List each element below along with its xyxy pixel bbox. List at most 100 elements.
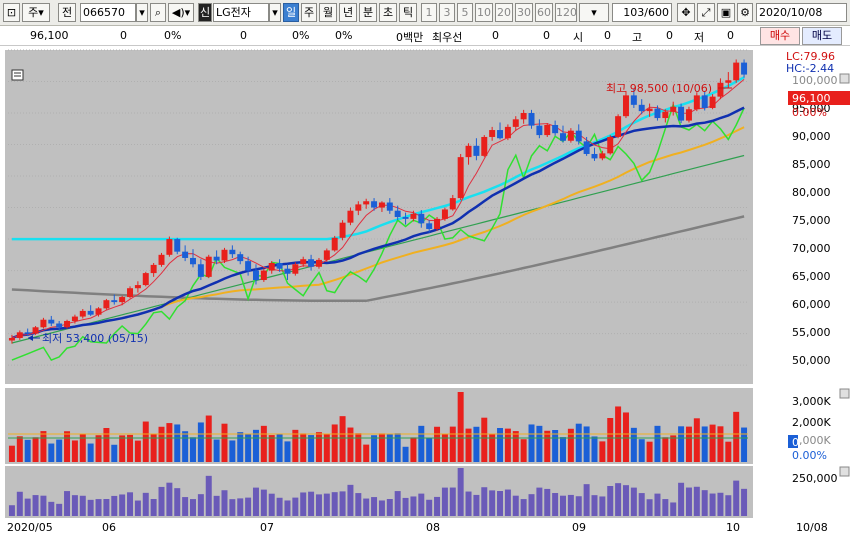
- trade-bar: [544, 488, 551, 516]
- tab-second[interactable]: 초: [379, 3, 397, 22]
- volume-bar: [174, 424, 181, 462]
- stock-chart[interactable]: 최고 98,500 (10/06) 최저 53,400 (05/15) LC:7…: [0, 46, 850, 536]
- y-tick: 55,000: [792, 326, 831, 339]
- interval-10[interactable]: 10: [475, 3, 493, 22]
- volume-bar: [457, 392, 464, 462]
- credit-badge: 신: [198, 3, 212, 22]
- candle-body: [481, 136, 488, 156]
- ratio-pct: 0%: [335, 29, 353, 42]
- candle-body: [87, 310, 94, 315]
- trade-bar: [268, 493, 275, 516]
- interval-1[interactable]: 1: [421, 3, 437, 22]
- crosshair-icon[interactable]: ✥: [677, 3, 695, 22]
- best-value-1: 0: [492, 29, 499, 42]
- candle-body: [331, 237, 338, 251]
- interval-20[interactable]: 20: [495, 3, 513, 22]
- trade-bar: [32, 495, 39, 516]
- chart-canvas[interactable]: 최고 98,500 (10/06) 최저 53,400 (05/15) LC:7…: [0, 46, 850, 536]
- candle-body: [95, 308, 102, 315]
- trade-bar: [331, 492, 338, 516]
- volume-bar: [622, 412, 629, 462]
- candle-body: [40, 319, 47, 328]
- volume-pane-collapse-icon[interactable]: [839, 388, 850, 399]
- interval-60[interactable]: 60: [535, 3, 553, 22]
- candle-body: [646, 108, 653, 112]
- volume-bar: [402, 446, 409, 462]
- candle-body: [615, 116, 622, 137]
- trade-bar: [237, 498, 244, 516]
- tab-year[interactable]: 년: [339, 3, 357, 22]
- candle-body: [315, 259, 322, 267]
- volume-bar: [371, 435, 378, 462]
- volume-bar: [71, 440, 78, 462]
- tab-minute[interactable]: 분: [359, 3, 377, 22]
- name-dropdown-icon[interactable]: ▾: [269, 3, 281, 22]
- change-value: 0: [120, 29, 127, 42]
- date-field[interactable]: 2020/10/08: [756, 3, 847, 22]
- best-value-2: 0: [543, 29, 550, 42]
- trade-bar: [709, 493, 716, 516]
- volume-bar: [190, 437, 196, 462]
- trade-bar: [733, 480, 740, 516]
- tab-day[interactable]: 일: [283, 3, 299, 22]
- interval-30[interactable]: 30: [515, 3, 533, 22]
- candle-body: [221, 249, 228, 261]
- tab-month[interactable]: 월: [319, 3, 337, 22]
- trade-bar: [591, 495, 598, 516]
- vol-tick: 3,000K: [792, 395, 831, 408]
- volume-bar: [134, 440, 141, 462]
- prev-button[interactable]: 전: [58, 3, 76, 22]
- candle-body: [575, 130, 582, 142]
- stock-name-field[interactable]: LG전자: [213, 3, 269, 22]
- settings-gear-icon[interactable]: ⚙: [737, 3, 753, 22]
- x-tick: 06: [102, 521, 116, 534]
- volume-bar: [449, 426, 456, 462]
- candle-body: [284, 268, 291, 274]
- candle-body: [32, 327, 39, 334]
- change-pct: 0%: [164, 29, 182, 42]
- search-icon[interactable]: ⌕: [150, 3, 166, 22]
- y-tick: 90,000: [792, 130, 831, 143]
- trade-pane-collapse-icon[interactable]: [839, 466, 850, 477]
- trade-bar: [378, 500, 385, 516]
- candle-body: [418, 213, 425, 224]
- volume-pct: 0%: [292, 29, 310, 42]
- candle-body: [252, 270, 259, 281]
- trade-bar: [190, 499, 196, 516]
- chart-menu-icon[interactable]: ⊡: [3, 3, 20, 22]
- chart-options-icon[interactable]: [11, 69, 24, 81]
- trade-bar: [512, 495, 519, 516]
- trend-tool-icon[interactable]: ⤢: [697, 3, 715, 22]
- period-select[interactable]: 주▾: [22, 3, 50, 22]
- trade-bar: [127, 492, 134, 516]
- sound-icon[interactable]: ◀)▾: [168, 3, 194, 22]
- candle-body: [79, 310, 86, 317]
- volume-bar: [552, 430, 559, 462]
- save-icon[interactable]: ▣: [717, 3, 735, 22]
- stock-code-input[interactable]: 066570: [80, 3, 136, 22]
- code-dropdown-icon[interactable]: ▾: [136, 3, 148, 22]
- trade-bar: [197, 494, 204, 516]
- trade-bar: [426, 499, 433, 516]
- interval-dropdown[interactable]: ▾: [579, 3, 609, 22]
- interval-120[interactable]: 120: [555, 3, 577, 22]
- buy-button[interactable]: 매수: [760, 27, 800, 45]
- volume-bar: [497, 428, 504, 462]
- sell-button[interactable]: 매도: [802, 27, 842, 45]
- trade-bar: [599, 496, 606, 516]
- tab-week[interactable]: 주: [301, 3, 317, 22]
- trade-bar: [292, 497, 299, 516]
- candle: [339, 220, 346, 241]
- y-tick: 70,000: [792, 242, 831, 255]
- tab-tick[interactable]: 틱: [399, 3, 417, 22]
- trade-bar: [150, 499, 157, 516]
- volume-bar: [347, 427, 354, 462]
- display-count-field[interactable]: 103/600: [612, 3, 672, 22]
- candle-body: [457, 157, 464, 199]
- price-pane-collapse-icon[interactable]: [839, 73, 850, 84]
- interval-3[interactable]: 3: [439, 3, 455, 22]
- interval-5[interactable]: 5: [457, 3, 473, 22]
- candle-body: [560, 133, 566, 141]
- candle-body: [174, 239, 181, 252]
- period-label: 주: [28, 6, 39, 19]
